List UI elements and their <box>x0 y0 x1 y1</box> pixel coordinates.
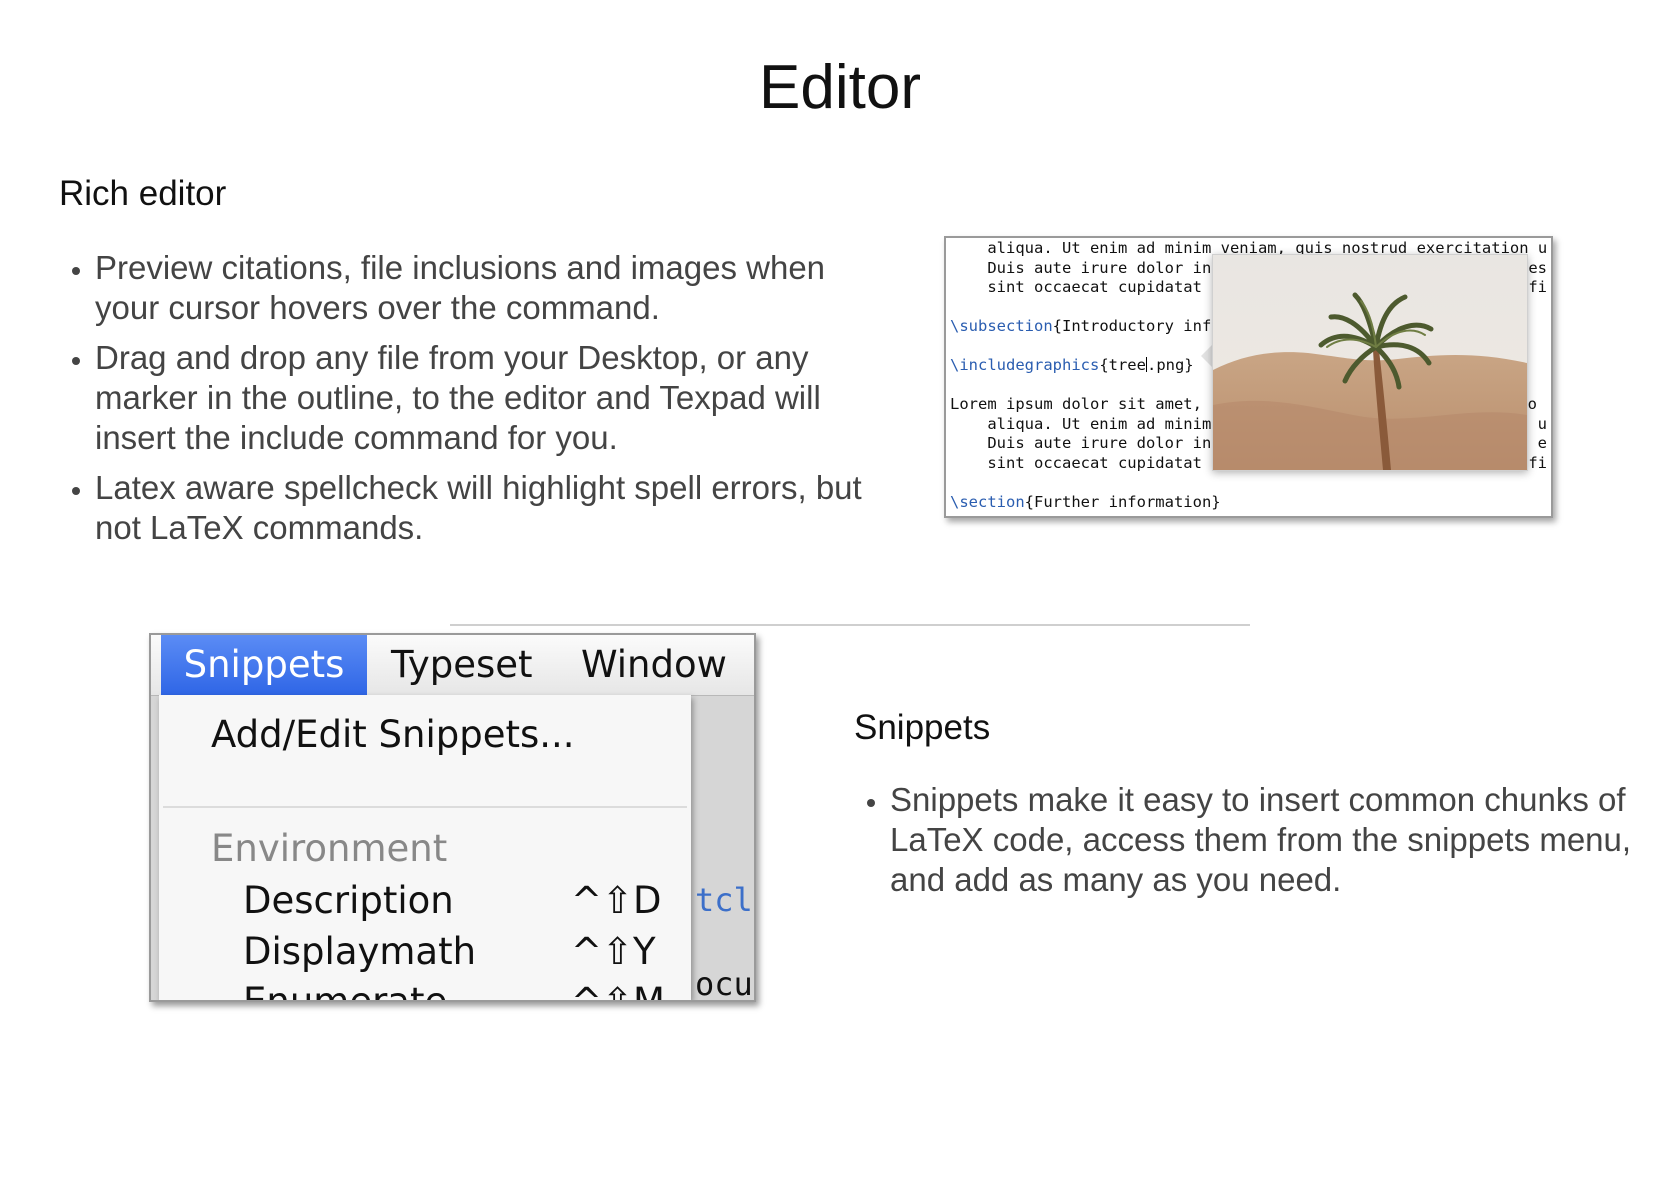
snippets-bullets: Snippets make it easy to insert common c… <box>854 780 1680 910</box>
latex-command: \subsection <box>950 317 1053 335</box>
code-line: Lorem ipsum dolor sit amet, <box>950 395 1202 413</box>
code-line: Duis aute irure dolor in <box>950 434 1212 452</box>
latex-argument: {Introductory inf <box>1052 317 1212 335</box>
code-line: sint occaecat cupidatat <box>950 454 1202 472</box>
menu-typeset[interactable]: Typeset <box>391 635 533 695</box>
menu-snippets[interactable]: Snippets <box>161 635 367 695</box>
shortcut-label: ^⇧Y <box>571 930 656 973</box>
environment-section-header: Environment <box>211 827 448 870</box>
slide-title: Editor <box>759 53 921 122</box>
code-line-subsection: \subsection{Introductory inf <box>950 316 1211 336</box>
code-fragment: u <box>1537 415 1547 433</box>
menu-separator <box>163 806 687 808</box>
code-line: sint occaecat cupidatat <box>950 278 1202 296</box>
code-line-includegraphics: \includegraphics{tree.png} <box>950 355 1194 375</box>
image-preview-popover <box>1212 254 1528 471</box>
snippet-item-enumerate[interactable]: Enumerate <box>243 980 447 1000</box>
background-code: tcl <box>695 881 753 919</box>
latex-command: \includegraphics <box>950 356 1100 374</box>
bullet-item: Snippets make it easy to insert common c… <box>890 780 1680 900</box>
editor-screenshot: aliqua. Ut enim ad minim veniam, quis no… <box>944 236 1553 518</box>
rich-editor-heading: Rich editor <box>59 174 227 213</box>
menu-window[interactable]: Window <box>581 635 727 695</box>
palm-tree-image-icon <box>1213 255 1527 470</box>
bullet-item: Drag and drop any file from your Desktop… <box>95 338 895 458</box>
snippets-heading: Snippets <box>854 708 991 747</box>
menu-bar: Snippets Typeset Window <box>151 635 754 696</box>
snippets-menu-screenshot: tcl ocu Snippets Typeset Window Add/Edit… <box>149 633 756 1002</box>
code-line: Duis aute irure dolor in <box>950 259 1212 277</box>
code-fragment: e <box>1537 434 1547 452</box>
code-fragment: es <box>1528 259 1547 277</box>
snippet-item-description[interactable]: Description <box>243 879 454 922</box>
latex-argument: .png} <box>1146 356 1194 374</box>
code-line-section: \section{Further information} <box>950 492 1221 512</box>
bullet-item: Preview citations, file inclusions and i… <box>95 248 895 328</box>
section-divider <box>450 624 1250 626</box>
latex-argument: {tree <box>1099 356 1146 374</box>
snippet-item-displaymath[interactable]: Displaymath <box>243 930 476 973</box>
shortcut-label: ^⇧D <box>571 879 662 922</box>
shortcut-label: ^⇧M <box>571 980 665 1002</box>
bullet-item: Latex aware spellcheck will highlight sp… <box>95 468 895 548</box>
latex-argument: {Further information} <box>1024 493 1221 511</box>
code-line: aliqua. Ut enim ad minim <box>950 415 1212 433</box>
rich-editor-bullets: Preview citations, file inclusions and i… <box>59 248 895 558</box>
latex-command: \section <box>950 493 1025 511</box>
background-code: ocu <box>695 965 753 1002</box>
snippets-dropdown: Add/Edit Snippets... Environment Descrip… <box>159 695 691 1000</box>
add-edit-snippets-item[interactable]: Add/Edit Snippets... <box>211 713 575 756</box>
